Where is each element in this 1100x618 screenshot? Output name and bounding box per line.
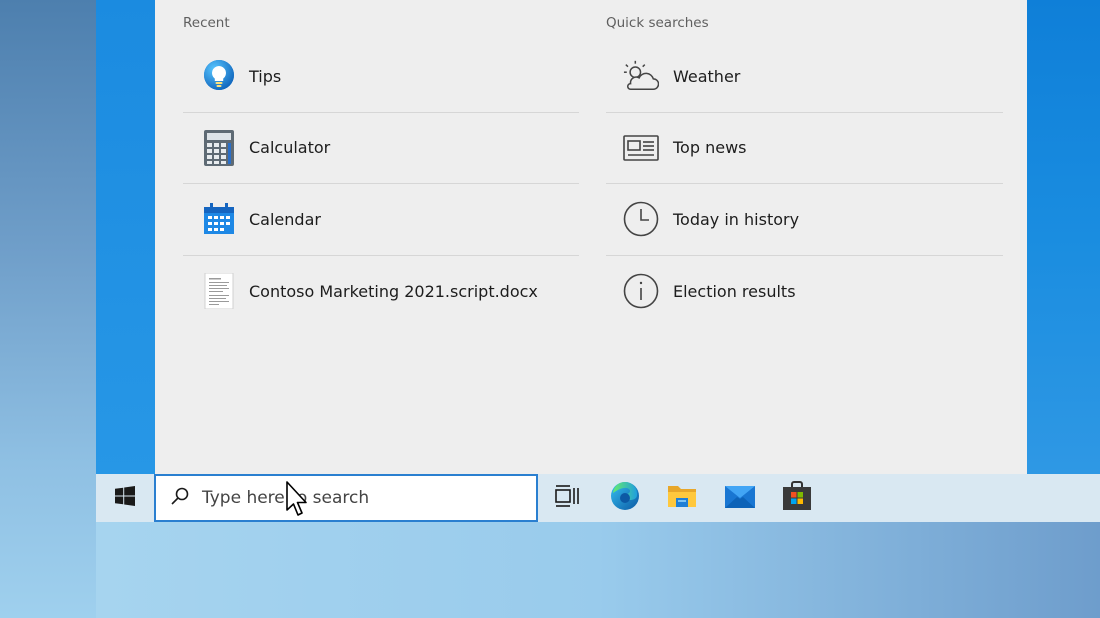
quick-search-election-results[interactable]: Election results	[606, 256, 1003, 328]
quick-search-label: Election results	[673, 281, 796, 301]
calculator-icon	[201, 129, 237, 166]
store-button[interactable]	[769, 474, 825, 522]
quick-searches-list: Weather Top news Today in history Electi…	[606, 41, 1003, 327]
mail-button[interactable]	[712, 474, 768, 522]
recent-item-label: Calculator	[249, 138, 331, 158]
info-icon	[623, 273, 659, 309]
mouse-pointer	[285, 480, 311, 520]
recent-section-title: Recent	[183, 15, 230, 31]
quick-search-label: Today in history	[673, 209, 800, 229]
document-icon	[201, 273, 237, 310]
edge-icon	[610, 481, 640, 515]
recent-item-document[interactable]: Contoso Marketing 2021.script.docx	[183, 256, 579, 328]
file-explorer-button[interactable]	[654, 474, 710, 522]
start-button[interactable]	[96, 474, 154, 522]
task-view-button[interactable]	[539, 474, 595, 522]
weather-icon	[623, 58, 659, 94]
recent-item-label: Tips	[249, 66, 282, 86]
quick-search-weather[interactable]: Weather	[606, 41, 1003, 113]
taskbar-search-box[interactable]: Type here to search	[154, 474, 538, 522]
task-view-icon	[555, 485, 579, 511]
desktop-wallpaper	[0, 0, 96, 618]
quick-search-label: Top news	[673, 138, 747, 158]
file-explorer-icon	[667, 483, 697, 513]
desktop-wallpaper-right	[1027, 0, 1100, 474]
recent-item-label: Calendar	[249, 209, 321, 229]
recent-item-tips[interactable]: Tips	[183, 41, 579, 113]
recent-item-calendar[interactable]: Calendar	[183, 184, 579, 256]
calendar-icon	[201, 201, 237, 237]
news-icon	[623, 130, 659, 166]
desktop-wallpaper-left	[96, 0, 155, 474]
quick-search-top-news[interactable]: Top news	[606, 113, 1003, 184]
edge-button[interactable]	[597, 474, 653, 522]
quick-search-today-in-history[interactable]: Today in history	[606, 184, 1003, 256]
recent-item-label: Contoso Marketing 2021.script.docx	[249, 281, 538, 301]
desktop-wallpaper-bottom	[96, 522, 1100, 618]
recent-item-calculator[interactable]: Calculator	[183, 113, 579, 184]
clock-icon	[623, 201, 659, 237]
mail-icon	[725, 484, 755, 512]
quick-searches-section-title: Quick searches	[606, 15, 709, 31]
windows-start-icon	[115, 486, 135, 510]
search-icon	[170, 486, 190, 510]
quick-search-label: Weather	[673, 66, 741, 86]
store-icon	[782, 481, 812, 515]
tips-icon	[201, 58, 237, 94]
recent-list: Tips Calculator Calendar Contoso Marketi…	[183, 41, 579, 327]
